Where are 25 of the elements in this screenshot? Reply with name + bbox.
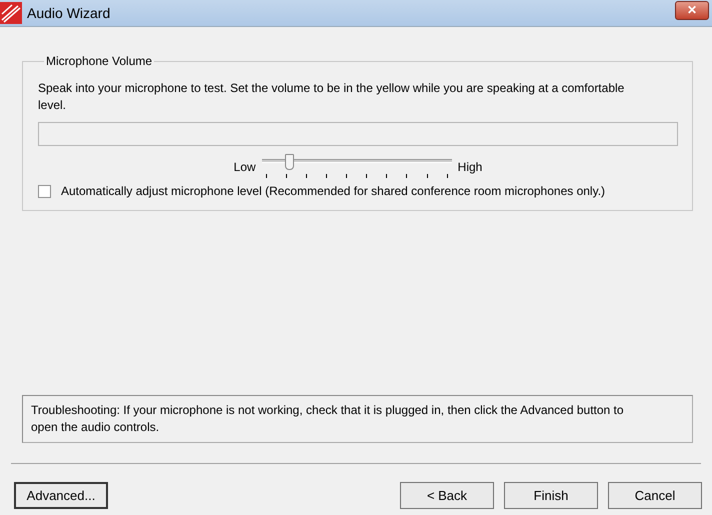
tick-mark xyxy=(386,174,388,178)
checkbox-label[interactable]: Automatically adjust microphone level (Recommended for shared conference room microphones only.) xyxy=(61,184,606,198)
cancel-button[interactable]: Cancel xyxy=(608,482,702,509)
tick-mark xyxy=(266,174,267,178)
troubleshooting-text: Troubleshooting: If your microphone is not working, check that it is plugged in, then click the Advanced button to open the audio controls. xyxy=(22,395,693,443)
advanced-button[interactable]: Advanced... xyxy=(14,482,108,509)
app-icon xyxy=(0,2,22,24)
slider-thumb[interactable] xyxy=(285,154,294,170)
tick-mark xyxy=(326,174,327,178)
finish-button[interactable]: Finish xyxy=(504,482,598,509)
tick-mark xyxy=(406,174,408,178)
group-title: Microphone Volume xyxy=(45,54,154,68)
tick-mark xyxy=(446,174,448,178)
high-label: High xyxy=(458,160,482,174)
tick-mark xyxy=(426,174,428,178)
tick-mark xyxy=(346,174,348,178)
window-title: Audio Wizard xyxy=(27,5,112,21)
instructions-text: Speak into your microphone to test. Set the volume to be in the yellow while you are speaking at a comfortable level. xyxy=(38,80,626,114)
checkbox[interactable] xyxy=(38,184,51,198)
tick-mark xyxy=(286,174,287,178)
tick-mark xyxy=(306,174,307,178)
low-label: Low xyxy=(234,160,256,174)
volume-slider[interactable] xyxy=(262,154,452,180)
back-button[interactable]: < Back xyxy=(400,482,494,509)
tick-mark xyxy=(366,174,368,178)
